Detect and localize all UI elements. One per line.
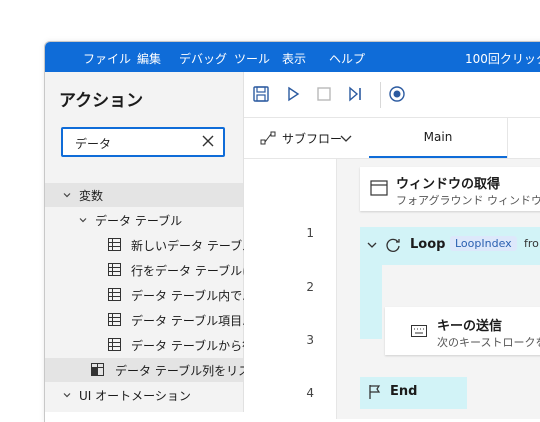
step-loop[interactable]: Loop LoopIndex fro xyxy=(360,227,540,265)
subflow-label: サブフロー xyxy=(282,132,343,146)
tree-action-item[interactable]: データ テーブル列をリスト... xyxy=(45,358,274,382)
flag-icon xyxy=(369,385,381,399)
line-number: 2 xyxy=(306,280,314,294)
window-title: 100回クリックす xyxy=(465,52,540,66)
subflow-icon xyxy=(260,131,276,145)
chevron-down-icon[interactable] xyxy=(367,241,377,249)
tree-group-ui-automation[interactable]: UI オートメーション xyxy=(45,383,243,407)
menu-file[interactable]: ファイル xyxy=(83,50,131,67)
loop-icon xyxy=(386,238,400,252)
menu-bar: ファイル 編集 デバッグ ツール 表示 ヘルプ 100回クリックす xyxy=(45,42,540,72)
step-get-window[interactable]: ウィンドウの取得 フォアグラウンド ウィンドウを取 xyxy=(360,167,540,211)
menu-view[interactable]: 表示 xyxy=(282,50,306,67)
app-window: ファイル 編集 デバッグ ツール 表示 ヘルプ 100回クリックす アクション … xyxy=(44,41,540,422)
step-end[interactable]: End xyxy=(360,377,467,409)
loop-body-rail xyxy=(360,265,382,339)
actions-title: アクション xyxy=(59,91,144,111)
record-icon[interactable] xyxy=(388,85,406,103)
table-icon xyxy=(108,238,121,251)
clear-search-icon[interactable] xyxy=(200,133,216,149)
tree-label: データ テーブル xyxy=(95,214,183,228)
tree-action-item[interactable]: 新しいデータ テーブル... xyxy=(45,233,266,257)
table-icon xyxy=(108,263,121,276)
tab-main[interactable]: Main xyxy=(369,118,507,158)
tree-label: データ テーブル内で... xyxy=(131,289,254,303)
menu-edit[interactable]: 編集 xyxy=(137,50,161,67)
run-icon[interactable] xyxy=(284,85,302,103)
line-number: 4 xyxy=(306,386,314,400)
tree-group-datatable[interactable]: データ テーブル xyxy=(45,208,243,232)
table-column-list-icon xyxy=(91,363,104,376)
chevron-down-icon xyxy=(79,218,87,223)
line-gutter: 1 2 3 4 xyxy=(244,159,337,419)
toolbar xyxy=(244,72,540,118)
tree-label: 変数 xyxy=(79,189,104,203)
chevron-down-icon xyxy=(340,135,352,142)
actions-pane: アクション データ 変数 データ テーブル 新しいデータ テーブル... 行をデ… xyxy=(45,72,274,412)
table-icon xyxy=(108,288,121,301)
step-subtitle: フォアグラウンド ウィンドウを取 xyxy=(396,194,540,207)
step-title: ウィンドウの取得 xyxy=(396,177,501,192)
step-title: キーの送信 xyxy=(437,319,503,334)
tree-action-item[interactable]: データ テーブル項目... xyxy=(45,308,254,332)
tree-action-item[interactable]: 行をデータ テーブルに... xyxy=(45,258,266,282)
table-icon xyxy=(108,313,121,326)
step-send-keys[interactable]: キーの送信 次のキーストロークをフォ xyxy=(385,307,540,355)
save-icon[interactable] xyxy=(252,85,270,103)
menu-tools[interactable]: ツール xyxy=(234,50,270,67)
menu-debug[interactable]: デバッグ xyxy=(179,50,227,67)
stop-icon[interactable] xyxy=(315,85,333,103)
tree-action-item[interactable]: データ テーブル内で... xyxy=(45,283,254,307)
window-icon xyxy=(370,180,388,196)
line-number: 3 xyxy=(306,333,314,347)
table-icon xyxy=(108,338,121,351)
search-value: データ xyxy=(75,137,112,151)
tab-divider xyxy=(507,118,508,158)
tree-label: データ テーブル項目... xyxy=(131,314,254,328)
loop-index-badge: LoopIndex xyxy=(450,236,517,251)
loop-title: Loop xyxy=(410,237,446,252)
tree-action-item[interactable]: データ テーブルから行... xyxy=(45,333,266,357)
toolbar-separator xyxy=(380,82,381,108)
tree-group-variables[interactable]: 変数 xyxy=(45,183,243,207)
tree-label: UI オートメーション xyxy=(79,389,191,403)
chevron-down-icon xyxy=(63,393,71,398)
step-subtitle: 次のキーストロークをフォ xyxy=(437,336,540,349)
flow-canvas: ウィンドウの取得 フォアグラウンド ウィンドウを取 Loop LoopIndex… xyxy=(337,159,540,419)
keyboard-icon xyxy=(411,325,427,337)
end-title: End xyxy=(390,384,418,399)
menu-help[interactable]: ヘルプ xyxy=(329,50,365,67)
search-input[interactable]: データ xyxy=(61,127,225,157)
step-icon[interactable] xyxy=(346,85,364,103)
loop-from-text: fro xyxy=(524,237,539,250)
line-number: 1 xyxy=(306,226,314,240)
chevron-down-icon xyxy=(63,193,71,198)
tabs-bar: サブフロー Main xyxy=(244,118,540,159)
